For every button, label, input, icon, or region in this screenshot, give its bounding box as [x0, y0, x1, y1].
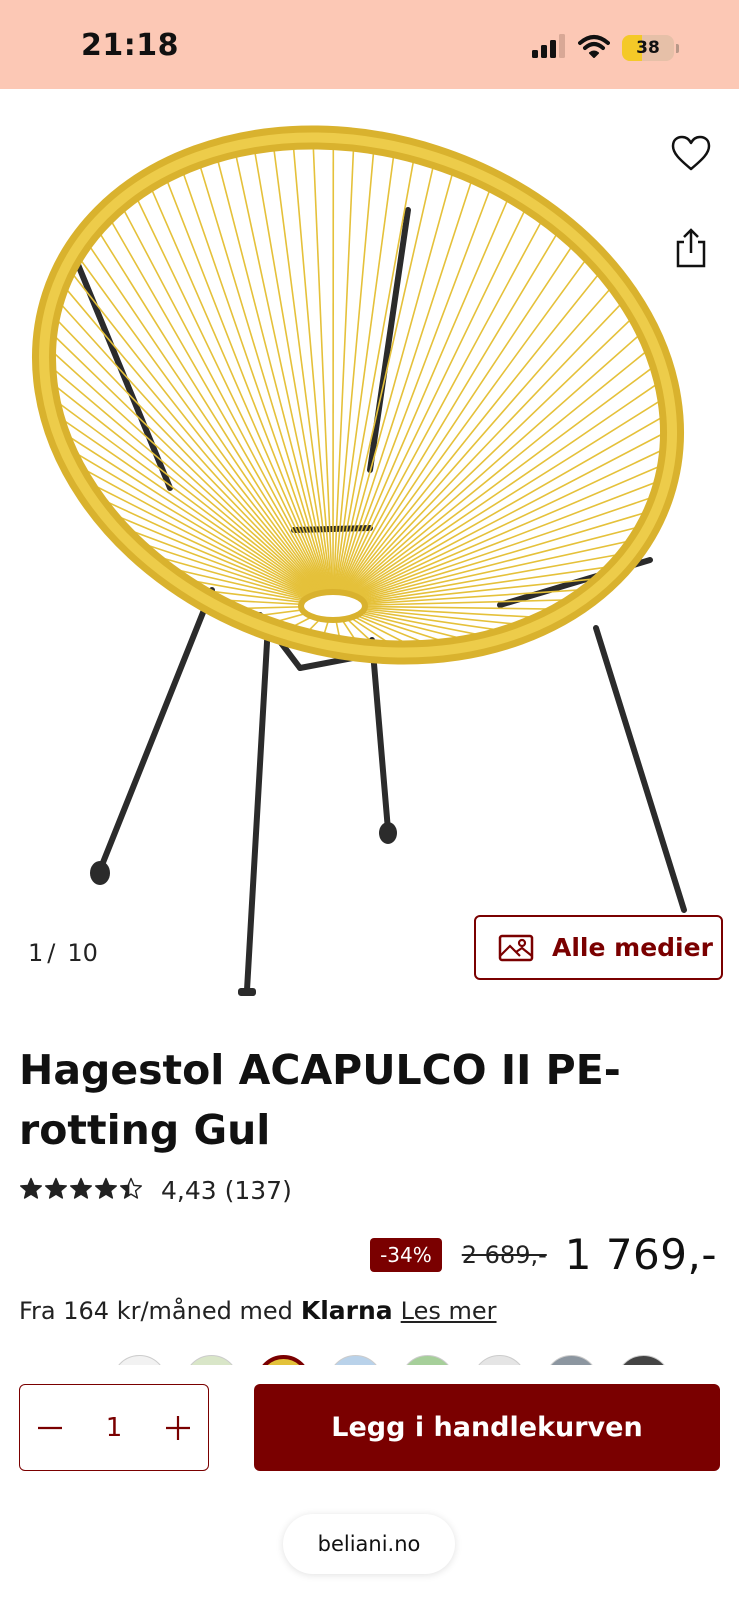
minus-icon	[38, 1426, 62, 1429]
discount-badge: -34%	[370, 1237, 442, 1272]
chair-cord	[332, 296, 629, 607]
product-image-chair	[32, 125, 687, 996]
financing-text: Fra 164 kr/måned med	[19, 1296, 293, 1325]
status-time: 21:18	[81, 28, 179, 63]
wifi-icon	[578, 34, 610, 62]
battery-indicator: 38	[622, 35, 674, 61]
star-icon	[19, 1177, 43, 1205]
chair-cord	[332, 212, 547, 607]
battery-nub	[676, 43, 679, 53]
read-more-link[interactable]: Les mer	[401, 1297, 497, 1325]
status-bar: 21:18 38	[0, 0, 739, 89]
all-media-button[interactable]: Alle medier	[474, 915, 723, 980]
plus-icon	[165, 1415, 190, 1440]
share-button[interactable]	[669, 226, 713, 270]
rating-text: 4,43 (137)	[161, 1176, 292, 1205]
rating-stars	[19, 1177, 143, 1205]
quantity-value[interactable]: 1	[106, 1413, 123, 1443]
color-swatch[interactable]	[328, 1355, 383, 1365]
chair-cord	[162, 171, 334, 607]
klarna-logo: Klarna	[300, 1296, 393, 1325]
color-swatch[interactable]	[256, 1355, 311, 1365]
image-counter-total: 10	[67, 939, 98, 967]
color-swatch[interactable]	[112, 1355, 167, 1365]
color-swatch[interactable]	[616, 1355, 671, 1365]
product-image-gallery[interactable]: 1/ 10 Alle medier	[0, 89, 739, 999]
product-title: Hagestol ACAPULCO II PE-rotting Gul	[19, 1046, 621, 1154]
chair-cord	[332, 139, 355, 607]
all-media-label: Alle medier	[552, 933, 713, 962]
battery-percentage: 38	[636, 38, 660, 58]
increase-quantity-button[interactable]	[158, 1408, 198, 1448]
add-to-cart-label: Legg i handlekurven	[331, 1412, 643, 1443]
chair-cord	[45, 327, 334, 607]
image-gallery-icon	[498, 934, 534, 961]
price-row: -34% 2 689,- 1 769,-	[370, 1230, 717, 1279]
color-swatch[interactable]	[544, 1355, 599, 1365]
chair-cord	[65, 265, 334, 607]
color-swatch[interactable]	[184, 1355, 239, 1365]
image-counter-separator: /	[47, 939, 56, 967]
color-swatch[interactable]	[472, 1355, 527, 1365]
favorite-button[interactable]	[669, 131, 713, 175]
star-icon	[94, 1177, 118, 1205]
chair-cord	[58, 280, 334, 607]
heart-icon	[671, 135, 711, 171]
browser-url-bar[interactable]: beliani.no	[283, 1514, 455, 1574]
image-counter: 1/ 10	[28, 939, 98, 967]
share-icon	[676, 228, 706, 268]
chair-cords	[43, 137, 673, 654]
chair-cord	[332, 163, 456, 607]
image-counter-current: 1	[28, 939, 44, 967]
decrease-quantity-button[interactable]	[30, 1408, 70, 1448]
color-swatches[interactable]	[112, 1355, 682, 1365]
star-icon	[44, 1177, 68, 1205]
status-icons: 38	[532, 34, 679, 62]
rating[interactable]: 4,43 (137)	[19, 1176, 292, 1205]
star-icon	[119, 1177, 143, 1205]
financing-info: Fra 164 kr/måned med Klarna Les mer	[19, 1296, 497, 1325]
chair-cord	[332, 142, 376, 607]
star-icon	[69, 1177, 93, 1205]
chair-cord	[196, 156, 334, 607]
add-to-cart-button[interactable]: Legg i handlekurven	[254, 1384, 720, 1471]
cellular-signal-icon	[532, 34, 566, 62]
color-swatch[interactable]	[400, 1355, 455, 1365]
old-price: 2 689,-	[461, 1240, 547, 1269]
browser-url: beliani.no	[317, 1532, 421, 1556]
quantity-stepper[interactable]: 1	[19, 1384, 209, 1471]
chair-cord	[312, 137, 334, 607]
current-price: 1 769,-	[564, 1230, 717, 1279]
